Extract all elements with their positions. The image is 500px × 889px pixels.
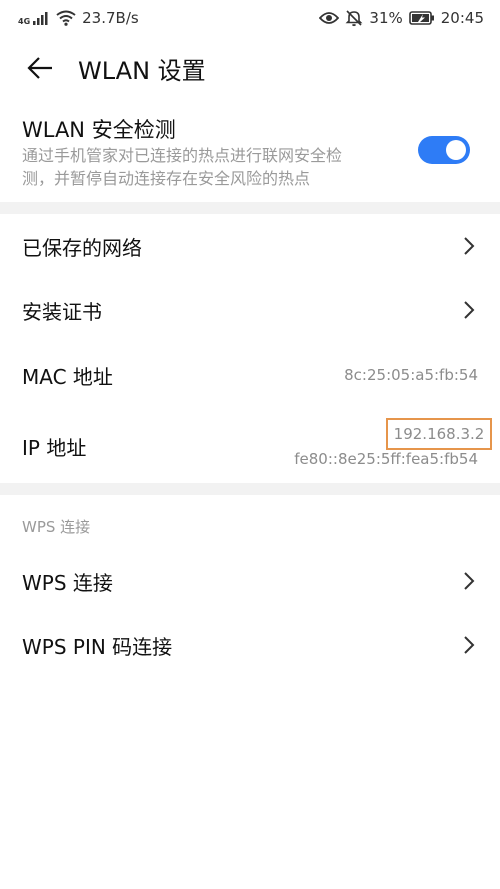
- chevron-right-icon: [462, 236, 476, 256]
- description-line-2: 测，并暂停自动连接存在安全风险的热点: [22, 169, 311, 188]
- eye-icon: [319, 11, 340, 25]
- wps-section-header: WPS 连接: [22, 518, 91, 536]
- toggle-knob: [446, 140, 466, 160]
- status-left: 4G 23.7B/s: [18, 9, 139, 27]
- ipv6-address-value: fe80::8e25:5ff:fea5:fb54: [294, 450, 478, 468]
- clock: 20:45: [440, 9, 484, 27]
- wlan-security-row[interactable]: WLAN 安全检测 通过手机管家对已连接的热点进行联网安全检 测，并暂停自动连接…: [0, 110, 500, 198]
- ip-address-label: IP 地址: [22, 436, 87, 460]
- app-bar: WLAN 设置: [0, 40, 500, 96]
- wlan-security-title: WLAN 安全检测: [22, 118, 176, 142]
- mac-address-label: MAC 地址: [22, 364, 113, 389]
- saved-networks-row[interactable]: 已保存的网络: [0, 214, 500, 278]
- signal-icon: [32, 11, 50, 25]
- wifi-icon: [56, 10, 76, 26]
- page-title: WLAN 设置: [78, 56, 206, 85]
- section-divider: [0, 483, 500, 495]
- install-cert-row[interactable]: 安装证书: [0, 278, 500, 342]
- saved-networks-label: 已保存的网络: [22, 235, 142, 260]
- back-button[interactable]: [20, 48, 60, 88]
- wps-pin-connect-row[interactable]: WPS PIN 码连接: [0, 613, 500, 677]
- mac-address-row: MAC 地址 8c:25:05:a5:fb:54: [0, 343, 500, 407]
- chevron-right-icon: [462, 571, 476, 591]
- chevron-right-icon: [462, 300, 476, 320]
- battery-percent: 31%: [369, 9, 403, 27]
- wps-connect-label: WPS 连接: [22, 570, 113, 595]
- wlan-settings-screen: 4G 23.7B/s 31% 20:45 WLAN 设置 WLAN 安全检测 通…: [0, 0, 500, 889]
- description-line-1: 通过手机管家对已连接的热点进行联网安全检: [22, 146, 343, 165]
- back-arrow-icon: [27, 57, 52, 79]
- install-cert-label: 安装证书: [22, 299, 102, 324]
- mac-address-value: 8c:25:05:a5:fb:54: [344, 366, 478, 384]
- wps-connect-row[interactable]: WPS 连接: [0, 549, 500, 613]
- status-right: 31% 20:45: [319, 9, 484, 27]
- ip-address-row: IP 地址 192.168.3.2 fe80::8e25:5ff:fea5:fb…: [0, 408, 500, 480]
- network-type: 4G: [18, 17, 31, 26]
- battery-icon: [408, 11, 435, 25]
- wlan-security-toggle[interactable]: [418, 136, 470, 164]
- wps-pin-connect-label: WPS PIN 码连接: [22, 634, 173, 659]
- mute-icon: [345, 9, 363, 27]
- status-bar: 4G 23.7B/s 31% 20:45: [0, 0, 500, 36]
- ipv4-address-value: 192.168.3.2: [386, 418, 492, 450]
- chevron-right-icon: [462, 635, 476, 655]
- wlan-security-description: 通过手机管家对已连接的热点进行联网安全检 测，并暂停自动连接存在安全风险的热点: [22, 144, 402, 190]
- network-speed: 23.7B/s: [82, 9, 139, 27]
- section-divider: [0, 202, 500, 214]
